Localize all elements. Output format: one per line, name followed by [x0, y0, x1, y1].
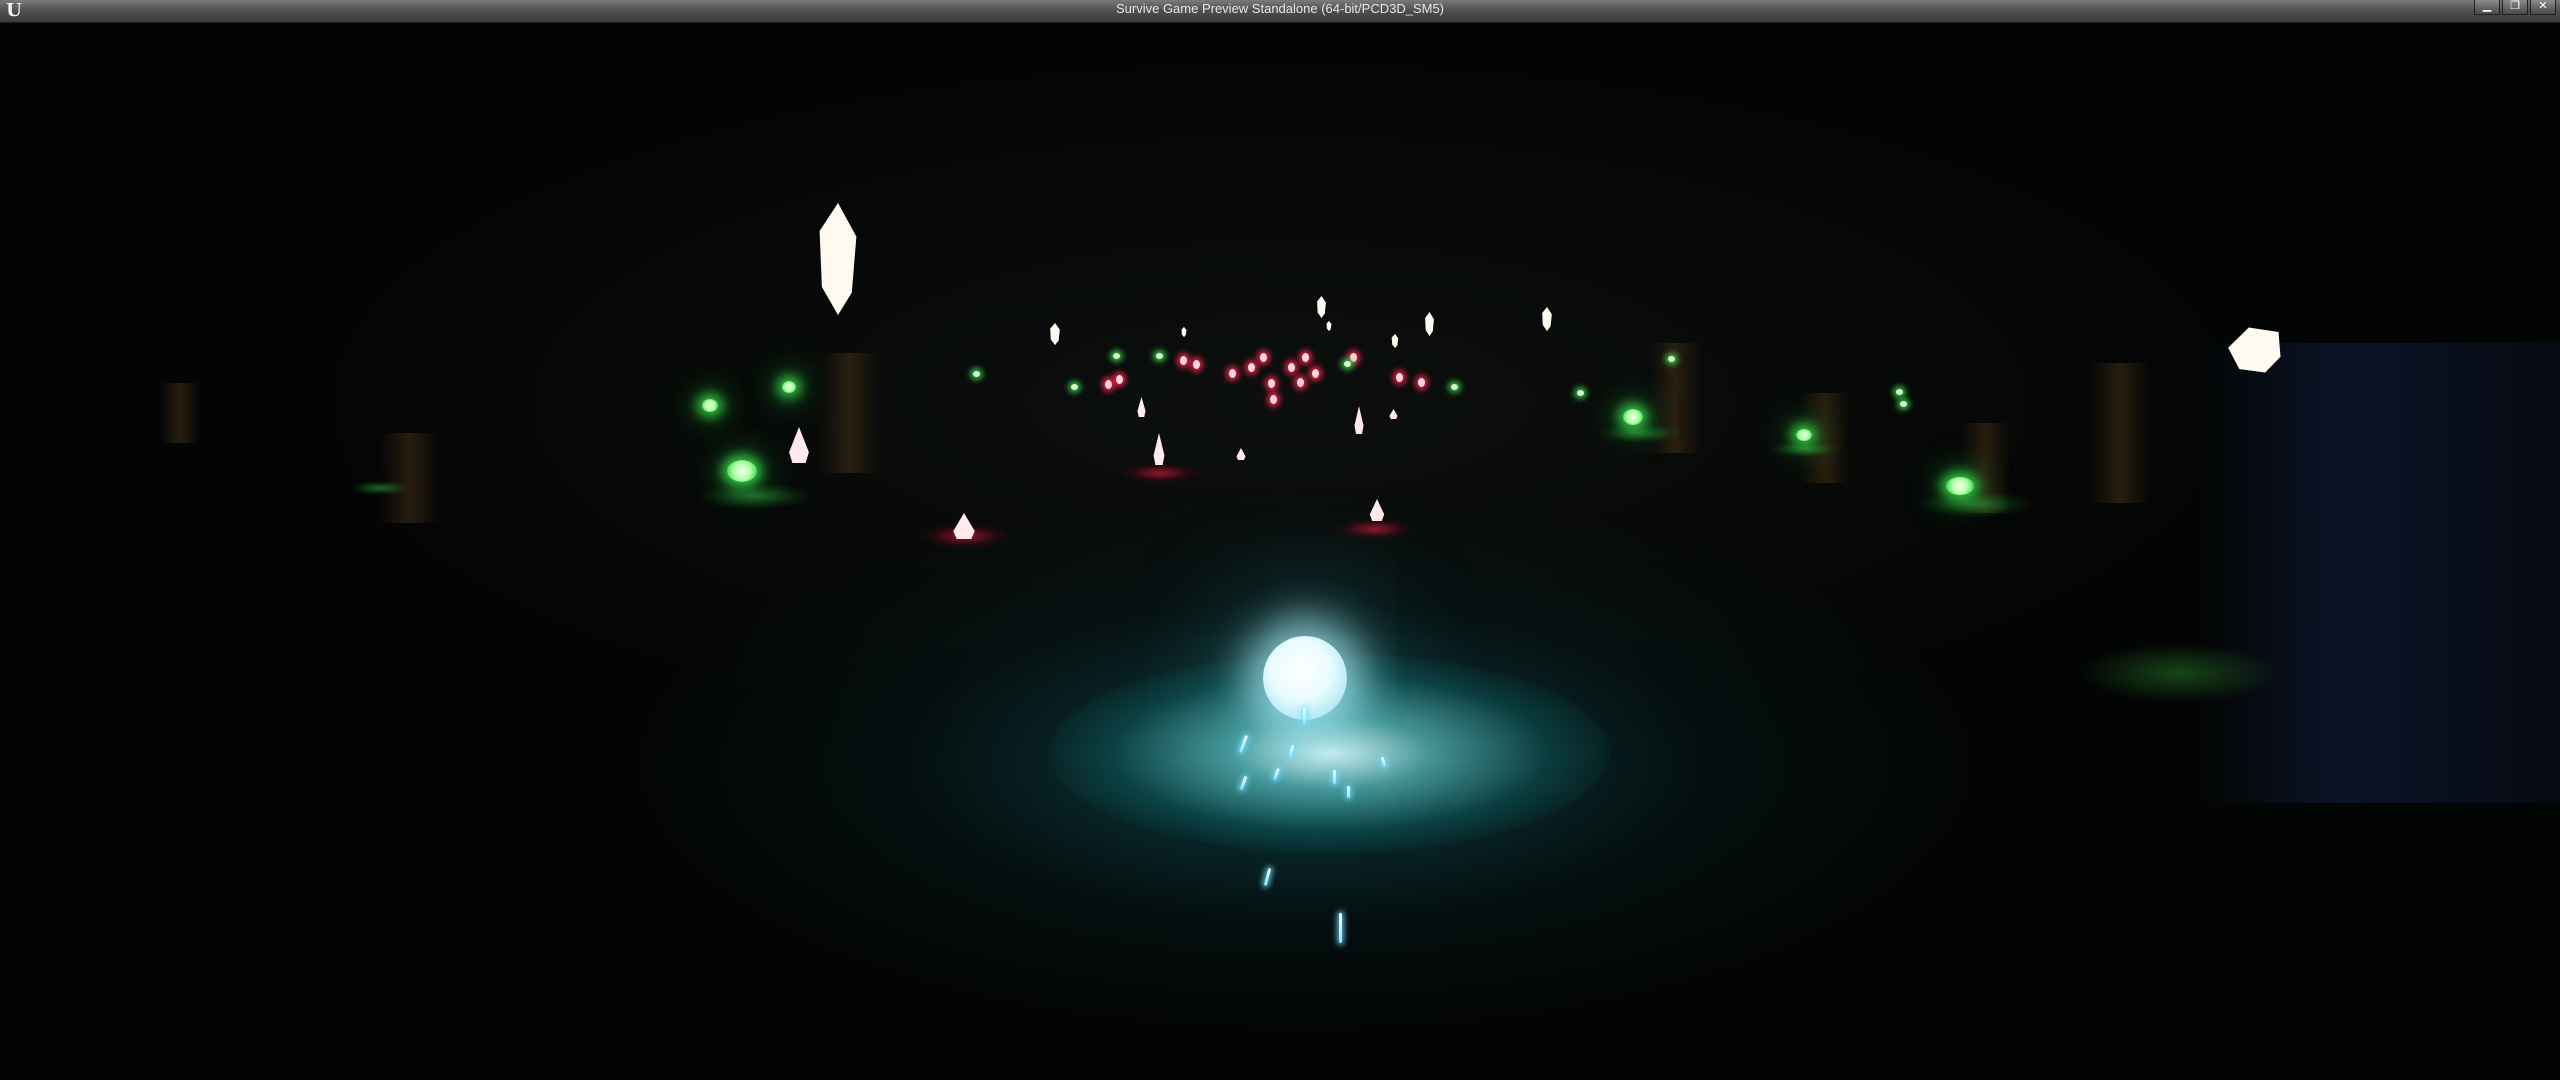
- red-dot: [1260, 353, 1267, 362]
- tree-trunk: [160, 383, 200, 443]
- red-dot: [1312, 369, 1319, 378]
- white-crystal: [1181, 327, 1187, 337]
- red-dot: [1229, 369, 1236, 378]
- white-crystal: [819, 203, 857, 315]
- green-dot: [1071, 384, 1078, 390]
- green-floor-glow: [1600, 423, 1680, 443]
- spark-particle: [1333, 770, 1336, 784]
- green-dot: [973, 371, 980, 377]
- red-crystal: [1369, 499, 1385, 521]
- green-dot: [1156, 353, 1163, 359]
- green-gem: [782, 381, 796, 393]
- red-crystal: [1389, 409, 1398, 419]
- green-dot: [1896, 389, 1903, 395]
- red-dot: [1270, 395, 1277, 404]
- green-dot: [1451, 384, 1458, 390]
- red-dot: [1180, 356, 1187, 365]
- white-crystal: [1050, 323, 1060, 345]
- green-gem: [727, 460, 757, 482]
- minimize-button[interactable]: ▁: [2474, 0, 2500, 15]
- spark-particle: [1347, 786, 1350, 798]
- white-crystal: [1542, 307, 1552, 331]
- red-dot: [1116, 375, 1123, 384]
- green-dot: [1113, 353, 1120, 359]
- white-crystal: [1391, 334, 1399, 348]
- green-gem: [702, 399, 718, 412]
- green-dot: [1344, 361, 1351, 367]
- red-crystal: [1354, 406, 1364, 434]
- red-crystal: [1153, 433, 1165, 465]
- red-dot: [1105, 380, 1112, 389]
- game-window: U Survive Game Preview Standalone (64-bi…: [0, 0, 2560, 1080]
- spark-particle: [1339, 913, 1342, 943]
- red-floor-glow: [1335, 518, 1415, 540]
- green-gem: [1946, 477, 1974, 495]
- white-crystal: [1326, 321, 1332, 331]
- red-dot: [1193, 360, 1200, 369]
- red-dot: [1396, 373, 1403, 382]
- window-controls: ▁ ❐ ✕: [2474, 0, 2556, 16]
- green-dot: [1577, 390, 1584, 396]
- green-gem: [1796, 429, 1812, 441]
- white-crystal: [1317, 296, 1326, 318]
- red-dot: [1248, 363, 1255, 372]
- red-crystal: [1236, 448, 1246, 460]
- tree-trunk: [820, 353, 880, 473]
- white-crystal: [1425, 312, 1434, 336]
- tree-trunk: [2090, 363, 2150, 503]
- red-dot: [1302, 353, 1309, 362]
- game-viewport[interactable]: [0, 23, 2560, 1080]
- restore-button[interactable]: ❐: [2502, 0, 2528, 15]
- title-bar[interactable]: U Survive Game Preview Standalone (64-bi…: [0, 0, 2560, 23]
- red-dot: [1418, 378, 1425, 387]
- green-dot: [1900, 401, 1907, 407]
- spark-particle: [1263, 867, 1272, 887]
- green-floor-glow: [1770, 441, 1840, 457]
- red-crystal: [789, 427, 809, 463]
- green-dot: [1668, 356, 1675, 362]
- red-floor-glow: [1120, 463, 1200, 483]
- green-gem: [1623, 409, 1643, 425]
- red-dot: [1288, 363, 1295, 372]
- green-floor-glow: [700, 483, 810, 509]
- red-dot: [1268, 379, 1275, 388]
- red-dot: [1297, 378, 1304, 387]
- green-floor-glow: [350, 481, 410, 495]
- dark-pillar: [2200, 343, 2560, 803]
- window-title: Survive Game Preview Standalone (64-bit/…: [1115, 1, 1445, 16]
- close-button[interactable]: ✕: [2530, 0, 2556, 15]
- green-haze: [2080, 643, 2280, 703]
- red-dot: [1350, 353, 1357, 362]
- green-floor-glow: [1920, 491, 2030, 517]
- tree-trunk: [380, 433, 440, 523]
- spark-particle: [1303, 708, 1306, 724]
- red-crystal: [1137, 397, 1146, 417]
